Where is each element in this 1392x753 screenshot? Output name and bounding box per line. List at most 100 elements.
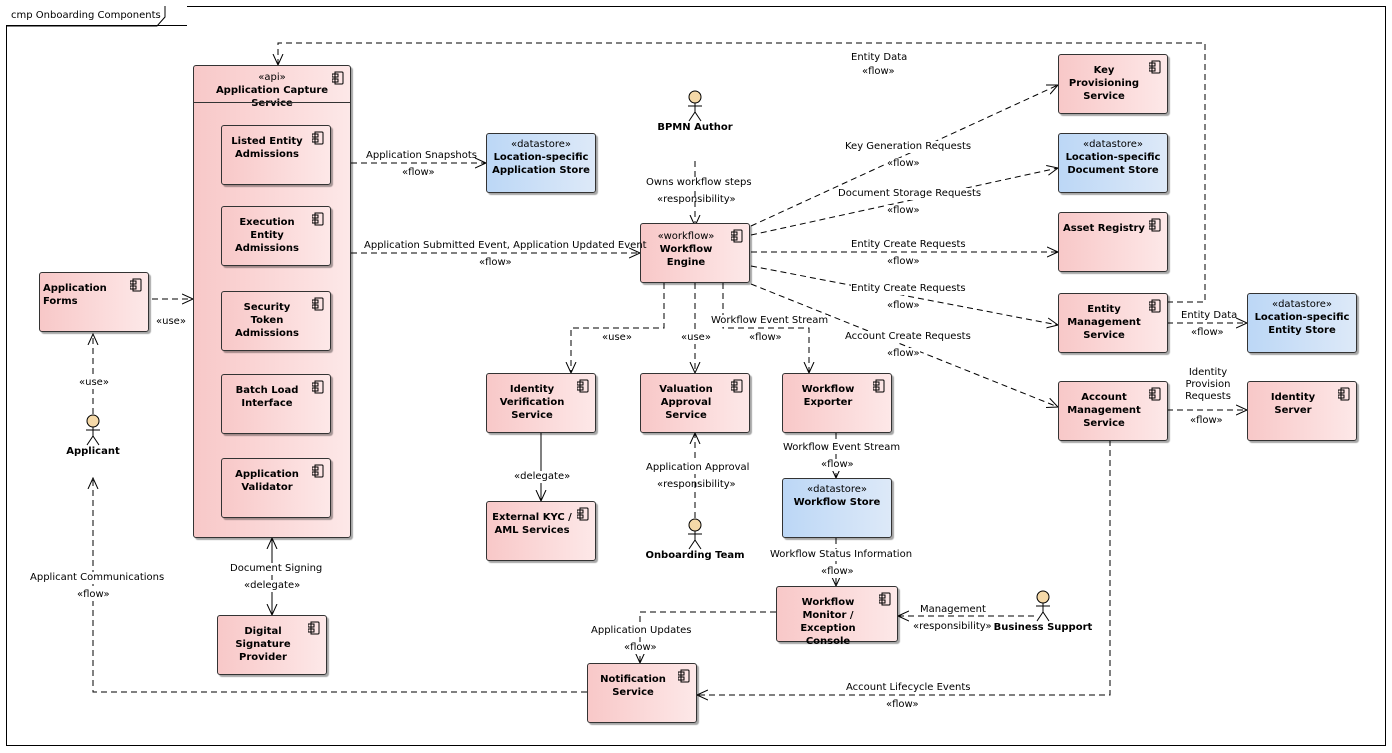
component-icon (731, 379, 743, 393)
label-lifecycle-events: Account Lifecycle Events (846, 682, 971, 693)
component-icon (731, 229, 743, 243)
component-icon (308, 621, 320, 635)
actor-icon (86, 414, 100, 446)
component-digital-signature-provider[interactable]: Digital Signature Provider (217, 615, 327, 675)
label-app-approval: Application Approval (646, 462, 750, 474)
label-entity-create-1-stereo: «flow» (887, 256, 920, 267)
label-applicant-comms-stereo: «flow» (77, 589, 110, 601)
component-name: Application Capture Service (215, 85, 329, 109)
component-workflow-monitor[interactable]: Workflow Monitor / Exception Console (776, 586, 898, 647)
label-entity-create-1: Entity Create Requests (851, 239, 966, 250)
stereotype-label: «api» (258, 72, 286, 83)
component-icon (312, 464, 324, 478)
component-icon (332, 71, 344, 85)
label-entity-data-top-stereo: «flow» (862, 66, 895, 77)
component-application-forms[interactable]: Application Forms (39, 272, 149, 332)
actor-onboarding-team[interactable]: Onboarding Team (640, 518, 750, 561)
datastore-application-store[interactable]: «datastore» Location-specific Applicatio… (486, 133, 596, 193)
component-valuation-approval-service[interactable]: Valuation Approval Service (640, 373, 750, 433)
label-doc-storage-stereo: «flow» (887, 205, 920, 217)
label-management-stereo: «responsibility» (913, 621, 992, 632)
component-icon (1149, 387, 1161, 401)
label-entity-data-top: Entity Data (851, 52, 908, 63)
component-icon (312, 380, 324, 394)
component-notification-service[interactable]: Notification Service (587, 663, 697, 723)
label-owns-steps: Owns workflow steps (646, 177, 752, 189)
label-app-snapshots-stereo: «flow» (402, 167, 435, 178)
label-delegate-kyc-stereo: «delegate» (514, 471, 571, 483)
component-icon (873, 379, 885, 393)
component-icon (1149, 60, 1161, 74)
label-entity-create-2: Entity Create Requests (851, 283, 966, 295)
label-account-create-stereo: «flow» (887, 348, 920, 360)
component-workflow-exporter[interactable]: Workflow Exporter (782, 373, 892, 433)
component-icon (577, 507, 589, 521)
label-applicant-comms: Applicant Communications (30, 572, 165, 584)
label-account-create: Account Create Requests (845, 331, 971, 343)
label-event-stream-2: Workflow Event Stream (783, 442, 901, 454)
component-icon (1149, 218, 1161, 232)
label-identity-provision-stereo: «flow» (1190, 415, 1223, 426)
label-doc-signing-stereo: «delegate» (244, 580, 301, 592)
label-app-events-stereo: «flow» (479, 257, 512, 268)
edge-event-stream-1[interactable] (722, 283, 809, 373)
component-batch-load-interface[interactable]: Batch Load Interface (221, 374, 331, 434)
actor-applicant[interactable]: Applicant (38, 414, 148, 457)
actor-icon (1036, 590, 1050, 622)
component-icon (312, 212, 324, 226)
label-use-identity-stereo: «use» (602, 332, 632, 343)
label-key-gen: Key Generation Requests (845, 141, 972, 153)
label-lifecycle-events-stereo: «flow» (886, 699, 919, 710)
datastore-document-store[interactable]: «datastore» Location-specific Document S… (1058, 133, 1168, 193)
component-identity-server[interactable]: Identity Server (1247, 381, 1357, 441)
component-icon (577, 379, 589, 393)
label-event-stream-2-stereo: «flow» (821, 459, 854, 471)
label-doc-signing: Document Signing (230, 563, 323, 575)
label-applicant-use-stereo: «use» (79, 377, 109, 389)
component-execution-entity-admissions[interactable]: Execution Entity Admissions (221, 206, 331, 266)
label-entity-create-2-stereo: «flow» (887, 300, 920, 312)
label-app-snapshots: Application Snapshots (366, 150, 478, 161)
component-workflow-engine[interactable]: «workflow» Workflow Engine (640, 223, 750, 283)
label-use-valuation-stereo: «use» (681, 332, 711, 344)
component-asset-registry[interactable]: Asset Registry (1058, 212, 1168, 272)
component-icon (879, 592, 891, 606)
component-listed-entity-admissions[interactable]: Listed Entity Admissions (221, 125, 331, 185)
label-identity-provision: Identity Provision Requests (1185, 367, 1231, 402)
label-app-updates: Application Updates (591, 625, 692, 637)
label-owns-steps-stereo: «responsibility» (657, 194, 736, 205)
component-entity-management-service[interactable]: Entity Management Service (1058, 293, 1168, 353)
label-forms-use-stereo: «use» (156, 316, 186, 327)
datastore-workflow-store[interactable]: «datastore» Workflow Store (782, 478, 892, 538)
label-event-stream-1-stereo: «flow» (749, 332, 782, 343)
component-application-validator[interactable]: Application Validator (221, 458, 331, 518)
component-key-provisioning-service[interactable]: Key Provisioning Service (1058, 54, 1168, 114)
label-event-stream-1: Workflow Event Stream (711, 315, 829, 327)
label-management: Management (920, 604, 986, 615)
actor-bpmn-author[interactable]: BPMN Author (640, 90, 750, 133)
component-external-kyc-aml-services[interactable]: External KYC / AML Services (486, 501, 596, 561)
component-icon (678, 669, 690, 683)
label-app-approval-stereo: «responsibility» (657, 479, 736, 490)
component-icon (130, 278, 142, 292)
component-security-token-admissions[interactable]: Security Token Admissions (221, 291, 331, 351)
component-icon (312, 297, 324, 311)
edge-lifecycle-events[interactable] (697, 440, 1111, 695)
actor-icon (688, 518, 702, 550)
label-app-updates-stereo: «flow» (624, 642, 657, 654)
component-identity-verification-service[interactable]: Identity Verification Service (486, 373, 596, 433)
label-entity-data: Entity Data (1181, 310, 1238, 321)
component-account-management-service[interactable]: Account Management Service (1058, 381, 1168, 441)
actor-icon (688, 90, 702, 122)
label-entity-data-stereo: «flow» (1191, 327, 1224, 338)
component-icon (1338, 387, 1350, 401)
edge-doc-storage[interactable] (750, 168, 1058, 236)
label-status-info-stereo: «flow» (821, 566, 854, 578)
component-icon (312, 131, 324, 145)
actor-business-support[interactable]: Business Support (988, 590, 1098, 633)
edge-use-identity[interactable] (571, 283, 665, 373)
label-doc-storage: Document Storage Requests (838, 188, 982, 200)
label-key-gen-stereo: «flow» (887, 158, 920, 170)
datastore-entity-store[interactable]: «datastore» Location-specific Entity Sto… (1247, 293, 1357, 353)
edge-app-updates[interactable] (640, 611, 776, 663)
